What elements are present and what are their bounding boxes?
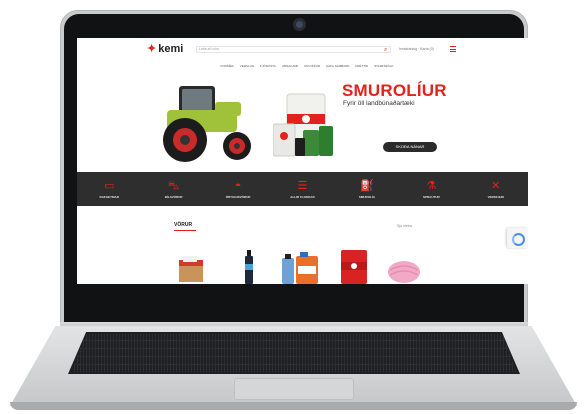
tractor-image (163, 86, 251, 162)
main-nav: FORSÍÐA VERSLUN ÞJÓNUSTA UMSAGNIR UM OKK… (207, 64, 407, 68)
recaptcha-badge-icon[interactable] (507, 228, 528, 248)
nav-item[interactable]: HAFA SAMBAND (326, 64, 349, 68)
category-item-spray[interactable]: ⚗ SPRAUTUR (399, 172, 463, 206)
nav-item[interactable]: VERSLUN (240, 64, 254, 68)
laptop-scene: ✦ kemi Leita að vöru ⌕ Innskráning · Kar… (0, 0, 587, 414)
list-icon: ☰ (297, 179, 308, 192)
category-label: ÖRYGGISVÖRUR (225, 194, 251, 199)
category-label: BÍLAVÖRUR (164, 194, 183, 199)
nav-item[interactable]: STARFSFÓLK (374, 64, 393, 68)
laptop-base-edge (10, 402, 577, 410)
category-item-battery[interactable]: ▭ RAFGEYMAR (77, 172, 141, 206)
nav-item[interactable]: ÞJÓNUSTA (260, 64, 276, 68)
category-item-safety[interactable]: ◓ ÖRYGGISVÖRUR (206, 172, 270, 206)
search-icon[interactable]: ⌕ (384, 47, 390, 53)
category-label: ALLIR FLOKKAR (290, 194, 315, 199)
product-box-image[interactable] (177, 256, 205, 284)
hero-title: SMUROLÍUR (342, 81, 447, 100)
search-input[interactable]: Leita að vöru (196, 46, 391, 53)
hero-cta-button[interactable]: SKOÐA NÁNAR (383, 142, 437, 152)
spray-icon: ⚗ (426, 179, 437, 192)
category-item-oil[interactable]: ⛽ SMUROLÍA (335, 172, 399, 206)
keyboard-keys (72, 334, 516, 372)
nav-item[interactable]: FRÉTTIR (355, 64, 368, 68)
product-canister-image[interactable] (282, 252, 318, 284)
battery-icon: ▭ (104, 179, 115, 192)
site-header: ✦ kemi Leita að vöru ⌕ Innskráning · Kar… (77, 38, 528, 62)
laptop-screen: ✦ kemi Leita að vöru ⌕ Innskráning · Kar… (77, 38, 528, 284)
product-red-drum-image[interactable] (339, 250, 369, 284)
nav-item[interactable]: UMSAGNIR (282, 64, 298, 68)
logo-mark-icon: ✦ (147, 43, 157, 55)
oil-barrel-image (273, 93, 333, 157)
hero-subtitle: Fyrir öll landbúnaðartæki (343, 100, 415, 107)
product-mask-image[interactable] (387, 256, 421, 284)
nav-item[interactable]: FORSÍÐA (220, 64, 233, 68)
category-label: SPRAUTUR (422, 194, 440, 199)
account-links[interactable]: Innskráning · Karfa (0) (399, 47, 434, 51)
trackpad (234, 378, 354, 400)
product-bottle-image[interactable] (244, 250, 254, 284)
nav-item[interactable]: UM OKKUR (304, 64, 320, 68)
see-more-link[interactable]: Sjá meira (397, 224, 412, 228)
tools-icon: ✕ (491, 179, 501, 192)
category-item-car[interactable]: ⛍ BÍLAVÖRUR (141, 172, 205, 206)
hero-banner: SMUROLÍUR Fyrir öll landbúnaðartæki SKOÐ… (77, 72, 528, 172)
category-strip: ▭ RAFGEYMAR ⛍ BÍLAVÖRUR ◓ ÖRYGGISVÖRUR ☰… (77, 172, 528, 206)
helmet-icon: ◓ (234, 179, 242, 192)
site-logo[interactable]: ✦ kemi (147, 44, 183, 55)
category-label: VERKFÆRI (487, 194, 504, 199)
category-label: SMUROLÍA (358, 194, 375, 199)
category-item-tools[interactable]: ✕ VERKFÆRI (464, 172, 528, 206)
hamburger-menu-icon[interactable] (450, 46, 456, 52)
oil-can-icon: ⛽ (360, 179, 374, 192)
webcam-icon (293, 18, 306, 31)
category-label: RAFGEYMAR (99, 194, 119, 199)
logo-text: kemi (158, 43, 184, 55)
category-item-all[interactable]: ☰ ALLIR FLOKKAR (270, 172, 334, 206)
products-heading: VÖRUR (174, 222, 197, 231)
car-icon: ⛍ (167, 179, 180, 192)
